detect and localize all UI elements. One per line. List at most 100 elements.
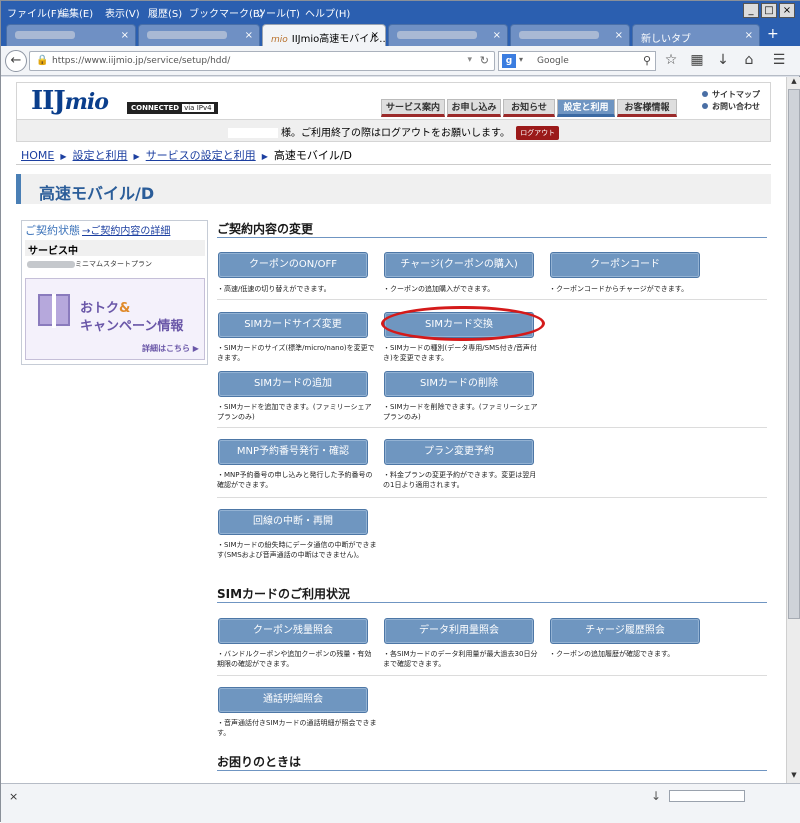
tab-close-icon[interactable]: × <box>745 30 753 41</box>
blurred-title <box>15 31 75 39</box>
search-icon[interactable]: ⚲ <box>643 54 651 67</box>
sim-delete-button[interactable]: SIMカードの削除 <box>384 371 534 397</box>
section-title-change: ご契約内容の変更 <box>217 222 314 236</box>
gnav-news[interactable]: お知らせ <box>503 99 555 117</box>
section-title-help: お困りのときは <box>217 755 302 769</box>
download-status-icon[interactable]: ↓ <box>651 789 661 803</box>
menu-edit[interactable]: 編集(E) <box>59 5 93 20</box>
close-icon[interactable]: × <box>9 790 18 803</box>
search-placeholder: Google <box>537 56 569 66</box>
charge-button[interactable]: チャージ(クーポンの購入) <box>384 252 534 278</box>
top-links: サイトマップ お問い合わせ <box>702 89 760 113</box>
tab-new[interactable]: 新しいタブ × <box>632 24 760 46</box>
menu-history[interactable]: 履歴(S) <box>148 5 182 20</box>
tab-2[interactable]: × <box>138 24 260 46</box>
suspend-button[interactable]: 回線の中断・再開 <box>218 509 368 535</box>
maximize-button[interactable]: □ <box>761 3 777 18</box>
tab-new-title: 新しいタブ <box>641 34 691 45</box>
close-window-button[interactable]: × <box>779 3 795 18</box>
sim-add-desc: ・SIMカードを追加できます。(ファミリーシェアプランのみ) <box>217 403 372 421</box>
mnp-button[interactable]: MNP予約番号発行・確認 <box>218 439 368 465</box>
vertical-scrollbar[interactable]: ▲ ▼ <box>786 77 800 783</box>
tab-close-icon[interactable]: × <box>371 30 379 41</box>
tab-1[interactable]: × <box>6 24 136 46</box>
logout-button[interactable]: ログアウト <box>516 126 560 140</box>
sim-size-desc: ・SIMカードのサイズ(標準/micro/nano)を変更できます。 <box>217 344 375 362</box>
charge-desc: ・クーポンの追加購入ができます。 <box>383 285 495 293</box>
section-divider <box>217 770 767 771</box>
data-usage-button[interactable]: データ利用量照会 <box>384 618 534 644</box>
google-icon[interactable]: g <box>502 54 516 68</box>
bookmark-star-icon[interactable]: ☆ <box>663 52 679 68</box>
blurred-id <box>27 260 75 268</box>
tab-active[interactable]: mio IIJmio高速モバイル... × <box>262 24 386 47</box>
menu-file[interactable]: ファイル(F) <box>7 5 61 20</box>
home-icon[interactable]: ⌂ <box>741 52 757 68</box>
gnav-service[interactable]: サービス案内 <box>381 99 445 117</box>
tab-4[interactable]: × <box>388 24 508 46</box>
status-bar: × ↓ <box>1 783 800 823</box>
search-engine-dropdown-icon[interactable]: ▾ <box>519 55 523 64</box>
sim-exchange-desc: ・SIMカードの種別(データ専用/SMS付き/音声付き)を変更できます。 <box>383 344 537 362</box>
coupon-balance-button[interactable]: クーポン残量照会 <box>218 618 368 644</box>
coupon-code-button[interactable]: クーポンコード <box>550 252 700 278</box>
scrollbar-thumb[interactable] <box>788 89 800 619</box>
logout-bar: 様。ご利用終了の際はログアウトをお願いします。 ログアウト <box>16 120 771 142</box>
connection-badge: CONNECTED via IPv4 <box>127 102 218 114</box>
charge-history-desc: ・クーポンの追加履歴が確認できます。 <box>549 650 675 658</box>
contract-detail-link[interactable]: →ご契約内容の詳細 <box>82 226 170 237</box>
gnav-customer[interactable]: お客様情報 <box>617 99 677 117</box>
dropdown-arrow-icon[interactable]: ▾ <box>467 55 472 65</box>
tab-close-icon[interactable]: × <box>493 30 501 41</box>
campaign-banner[interactable]: おトク& キャンペーン情報 詳細はこちら ▶ <box>25 278 205 360</box>
new-tab-button[interactable]: + <box>767 26 779 42</box>
campaign-more-link[interactable]: 詳細はこちら ▶ <box>142 343 199 354</box>
reader-icon[interactable]: ▦ <box>689 52 705 68</box>
divider <box>16 164 771 165</box>
call-detail-button[interactable]: 通話明細照会 <box>218 687 368 713</box>
coupon-balance-desc: ・バンドルクーポンや追加クーポンの残量・有効期限の確認ができます。 <box>217 650 372 668</box>
menu-icon[interactable]: ☰ <box>771 52 787 68</box>
sim-size-button[interactable]: SIMカードサイズ変更 <box>218 312 368 338</box>
sitemap-link[interactable]: サイトマップ <box>702 89 760 101</box>
tab-close-icon[interactable]: × <box>245 30 253 41</box>
plan-change-button[interactable]: プラン変更予約 <box>384 439 534 465</box>
tab-5[interactable]: × <box>510 24 630 46</box>
section-divider <box>217 237 767 238</box>
row-divider <box>217 497 767 498</box>
gnav-apply[interactable]: お申し込み <box>447 99 501 117</box>
charge-history-button[interactable]: チャージ履歴照会 <box>550 618 700 644</box>
contact-link[interactable]: お問い合わせ <box>702 101 760 113</box>
menu-tools[interactable]: ツール(T) <box>256 5 300 20</box>
search-box[interactable]: g ▾ Google ⚲ <box>498 51 656 71</box>
iijmio-logo[interactable]: IIJmio <box>31 86 109 116</box>
breadcrumb-settings[interactable]: 設定と利用 <box>73 149 128 162</box>
menu-bookmarks[interactable]: ブックマーク(B) <box>189 5 264 20</box>
blurred-title <box>397 31 477 39</box>
breadcrumb-service-settings[interactable]: サービスの設定と利用 <box>146 149 256 162</box>
tab-close-icon[interactable]: × <box>121 30 129 41</box>
bullet-icon <box>702 103 708 109</box>
sim-delete-desc: ・SIMカードを削除できます。(ファミリーシェアプランのみ) <box>383 403 538 421</box>
url-bar[interactable]: 🔒 https://www.iijmio.jp/service/setup/hd… <box>29 51 495 71</box>
tab-bar: × × mio IIJmio高速モバイル... × × × 新しいタブ × + <box>1 21 800 47</box>
web-page: IIJmio CONNECTED via IPv4 サービス案内 お申し込み お知… <box>1 77 786 783</box>
gnav-settings[interactable]: 設定と利用 <box>557 99 615 117</box>
sim-add-button[interactable]: SIMカードの追加 <box>218 371 368 397</box>
tab-close-icon[interactable]: × <box>615 30 623 41</box>
download-icon[interactable]: ↓ <box>715 52 731 68</box>
section-title-usage: SIMカードのご利用状況 <box>217 587 351 601</box>
scroll-up-icon[interactable]: ▲ <box>788 77 800 89</box>
menu-view[interactable]: 表示(V) <box>105 5 140 20</box>
minimize-button[interactable]: _ <box>743 3 759 18</box>
breadcrumb-home[interactable]: HOME <box>21 149 54 162</box>
call-detail-desc: ・音声通話付きSIMカードの通話明細が照会できます。 <box>217 719 377 737</box>
back-arrow-icon[interactable]: ← <box>5 50 27 72</box>
reload-icon[interactable]: ↻ <box>480 54 489 67</box>
breadcrumb-sep-icon: ▶ <box>133 152 140 161</box>
coupon-onoff-button[interactable]: クーポンのON/OFF <box>218 252 368 278</box>
scroll-down-icon[interactable]: ▼ <box>788 771 800 783</box>
menu-help[interactable]: ヘルプ(H) <box>305 5 350 20</box>
blurred-title <box>519 31 599 39</box>
download-progress <box>669 790 745 802</box>
